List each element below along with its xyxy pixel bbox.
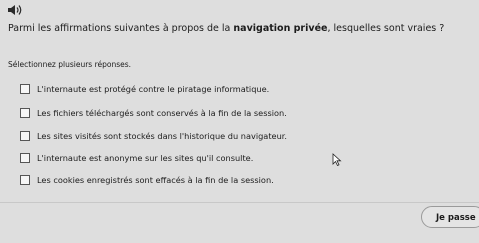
speaker-icon[interactable] (6, 2, 24, 18)
option-5[interactable]: Les cookies enregistrés sont effacés à l… (20, 173, 274, 187)
option-checkbox[interactable] (20, 153, 30, 163)
mouse-cursor-icon (332, 153, 342, 166)
option-1[interactable]: L'internaute est protégé contre le pirat… (20, 82, 269, 96)
option-label: L'internaute est protégé contre le pirat… (37, 84, 270, 94)
instruction-text: Sélectionnez plusieurs réponses. (8, 60, 132, 69)
option-checkbox[interactable] (20, 131, 30, 141)
question-prefix: Parmi les affirmations suivantes à propo… (8, 23, 234, 34)
footer-divider (0, 202, 479, 203)
skip-button[interactable]: Je passe (421, 206, 479, 228)
option-2[interactable]: Les fichiers téléchargés sont conservés … (20, 106, 287, 120)
question-suffix: , lesquelles sont vraies ? (327, 23, 445, 34)
option-3[interactable]: Les sites visités sont stockés dans l'hi… (20, 129, 287, 143)
option-label: Les cookies enregistrés sont effacés à l… (37, 175, 274, 185)
option-4[interactable]: L'internaute est anonyme sur les sites q… (20, 151, 253, 165)
option-label: Les sites visités sont stockés dans l'hi… (37, 131, 287, 141)
option-checkbox[interactable] (20, 108, 30, 118)
question-emphasis: navigation privée (233, 23, 328, 34)
option-checkbox[interactable] (20, 175, 30, 185)
option-checkbox[interactable] (20, 84, 30, 94)
option-label: Les fichiers téléchargés sont conservés … (37, 108, 287, 118)
question-text: Parmi les affirmations suivantes à propo… (8, 22, 476, 35)
option-label: L'internaute est anonyme sur les sites q… (37, 153, 254, 163)
